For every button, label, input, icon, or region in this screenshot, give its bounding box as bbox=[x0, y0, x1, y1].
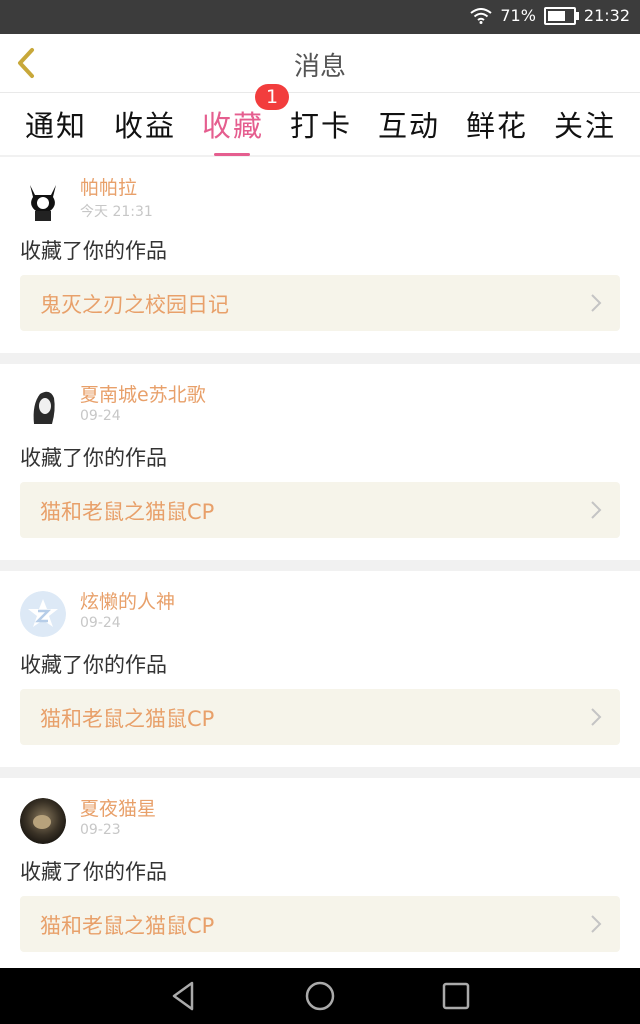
message-card: 炫懒的人神 09-24 收藏了你的作品 猫和老鼠之猫鼠CP bbox=[0, 571, 640, 767]
status-bar: 71% 21:32 bbox=[0, 0, 640, 34]
user-avatar[interactable] bbox=[20, 177, 66, 223]
active-tab-indicator bbox=[214, 153, 250, 156]
tab-earnings[interactable]: 收益 bbox=[114, 103, 176, 145]
wifi-icon bbox=[470, 7, 492, 24]
tab-notice[interactable]: 通知 bbox=[25, 103, 87, 145]
tab-interaction[interactable]: 互动 bbox=[378, 103, 440, 145]
qzone-star-avatar-icon bbox=[20, 591, 66, 637]
tab-follow[interactable]: 关注 bbox=[554, 103, 616, 145]
user-name[interactable]: 夏夜猫星 bbox=[80, 794, 156, 821]
home-circle-icon[interactable] bbox=[304, 980, 336, 1012]
cat-photo-avatar-icon bbox=[20, 798, 66, 844]
battery-icon bbox=[543, 6, 579, 25]
work-link[interactable]: 鬼灭之刃之校园日记 bbox=[20, 275, 620, 331]
app-header: 消息 bbox=[0, 34, 640, 93]
work-title: 猫和老鼠之猫鼠CP bbox=[40, 914, 215, 938]
message-card: 夏南城e苏北歌 09-24 收藏了你的作品 猫和老鼠之猫鼠CP bbox=[0, 364, 640, 560]
message-text: 收藏了你的作品 bbox=[20, 653, 167, 677]
message-time: 09-24 bbox=[80, 408, 121, 424]
user-name[interactable]: 夏南城e苏北歌 bbox=[80, 380, 206, 407]
recents-square-icon[interactable] bbox=[442, 982, 470, 1010]
system-nav-bar bbox=[0, 968, 640, 1024]
user-avatar[interactable] bbox=[20, 591, 66, 637]
user-name[interactable]: 炫懒的人神 bbox=[80, 587, 175, 614]
tab-flowers[interactable]: 鲜花 bbox=[466, 103, 528, 145]
message-card: 夏夜猫星 09-23 收藏了你的作品 猫和老鼠之猫鼠CP bbox=[0, 778, 640, 968]
message-card: 帕帕拉 今天 21:31 收藏了你的作品 鬼灭之刃之校园日记 bbox=[0, 157, 640, 353]
unread-badge: 1 bbox=[255, 84, 289, 110]
cat-girl-avatar-icon bbox=[20, 177, 66, 223]
work-title: 鬼灭之刃之校园日记 bbox=[40, 293, 229, 317]
tab-bar: 通知 收益 收藏 打卡 互动 鲜花 关注 bbox=[0, 93, 640, 156]
page-title: 消息 bbox=[293, 52, 346, 82]
tab-favorites[interactable]: 收藏 bbox=[202, 103, 265, 156]
work-title: 猫和老鼠之猫鼠CP bbox=[40, 500, 215, 524]
work-title: 猫和老鼠之猫鼠CP bbox=[40, 707, 215, 731]
chevron-right-icon bbox=[591, 294, 602, 312]
back-triangle-icon[interactable] bbox=[168, 980, 200, 1012]
message-time: 09-24 bbox=[80, 615, 121, 631]
message-text: 收藏了你的作品 bbox=[20, 446, 167, 470]
work-link[interactable]: 猫和老鼠之猫鼠CP bbox=[20, 896, 620, 952]
message-time: 09-23 bbox=[80, 822, 121, 838]
message-text: 收藏了你的作品 bbox=[20, 860, 167, 884]
message-time: 今天 21:31 bbox=[80, 204, 153, 220]
chevron-right-icon bbox=[591, 501, 602, 519]
battery-percent: 71% bbox=[500, 6, 536, 25]
chevron-right-icon bbox=[591, 915, 602, 933]
user-name[interactable]: 帕帕拉 bbox=[80, 173, 137, 200]
work-link[interactable]: 猫和老鼠之猫鼠CP bbox=[20, 689, 620, 745]
user-avatar[interactable] bbox=[20, 798, 66, 844]
tab-favorites-label: 收藏 bbox=[202, 109, 265, 143]
message-text: 收藏了你的作品 bbox=[20, 239, 167, 263]
clock: 21:32 bbox=[583, 6, 630, 25]
work-link[interactable]: 猫和老鼠之猫鼠CP bbox=[20, 482, 620, 538]
chevron-right-icon bbox=[591, 708, 602, 726]
girl-sketch-avatar-icon bbox=[20, 384, 66, 430]
tab-checkin[interactable]: 打卡 bbox=[290, 103, 352, 145]
user-avatar[interactable] bbox=[20, 384, 66, 430]
